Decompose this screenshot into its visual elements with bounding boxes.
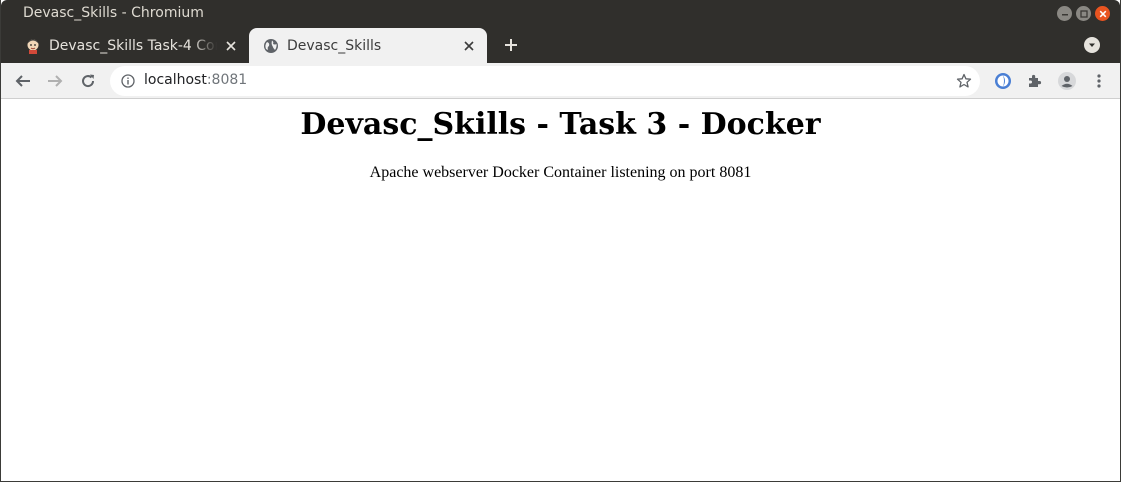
back-button[interactable]	[11, 69, 35, 93]
url-host: localhost	[144, 72, 207, 88]
browser-menu-button[interactable]	[1087, 69, 1111, 93]
tab-strip: Devasc_Skills Task-4 Configuration Devas…	[1, 27, 1120, 63]
tab-label: Devasc_Skills	[287, 37, 382, 54]
title-bar: Devasc_Skills - Chromium	[1, 0, 1120, 27]
tab-label: Devasc_Skills Task-4 Configuration	[49, 37, 217, 54]
page-paragraph: Apache webserver Docker Container listen…	[369, 164, 752, 181]
tab-search-button[interactable]	[1084, 37, 1100, 53]
info-icon[interactable]	[121, 74, 135, 88]
window-controls	[1057, 6, 1110, 21]
tab-close-button[interactable]	[223, 38, 239, 54]
reload-button[interactable]	[76, 69, 100, 93]
jenkins-icon	[27, 39, 39, 54]
browser-toolbar: localhost:8081	[1, 63, 1120, 99]
tab-devasc-skills[interactable]: Devasc_Skills	[249, 28, 487, 63]
chevron-down-icon	[1089, 43, 1095, 47]
new-tab-button[interactable]	[501, 35, 521, 55]
page-heading: Devasc_Skills - Task 3 - Docker	[300, 107, 821, 142]
bookmark-star-icon[interactable]	[956, 73, 972, 89]
globe-icon	[264, 38, 278, 53]
close-window-button[interactable]	[1095, 6, 1110, 21]
forward-button[interactable]	[43, 69, 67, 93]
puzzle-icon	[1029, 74, 1042, 87]
account-icon	[1058, 72, 1076, 90]
plus-icon	[505, 39, 517, 51]
more-vertical-icon	[1097, 74, 1101, 88]
address-bar[interactable]: localhost:8081	[110, 66, 980, 96]
extensions-menu-button[interactable]	[1023, 69, 1047, 93]
tab-close-button[interactable]	[461, 38, 477, 54]
reload-icon	[82, 74, 95, 88]
arrow-left-icon	[15, 75, 30, 87]
maximize-button[interactable]	[1076, 6, 1091, 21]
url-port: :8081	[206, 72, 248, 88]
window-title: Devasc_Skills - Chromium	[23, 5, 204, 21]
minimize-button[interactable]	[1057, 6, 1072, 21]
arrow-right-icon	[48, 75, 63, 87]
profile-button[interactable]	[1055, 69, 1079, 93]
extension-button[interactable]	[991, 69, 1015, 93]
close-icon	[1099, 10, 1106, 17]
close-icon	[226, 40, 236, 51]
url-text[interactable]: localhost:8081	[144, 72, 247, 88]
browser-window: Devasc_Skills - Chromium Devasc_Skills T…	[0, 0, 1121, 482]
close-icon	[464, 40, 474, 51]
extension-logo-icon	[995, 73, 1011, 89]
tab-jenkins-config[interactable]: Devasc_Skills Task-4 Configuration	[11, 28, 249, 63]
page-content: Devasc_Skills - Task 3 - Docker Apache w…	[1, 99, 1120, 481]
maximize-icon	[1079, 9, 1088, 18]
minimize-icon	[1061, 13, 1068, 15]
